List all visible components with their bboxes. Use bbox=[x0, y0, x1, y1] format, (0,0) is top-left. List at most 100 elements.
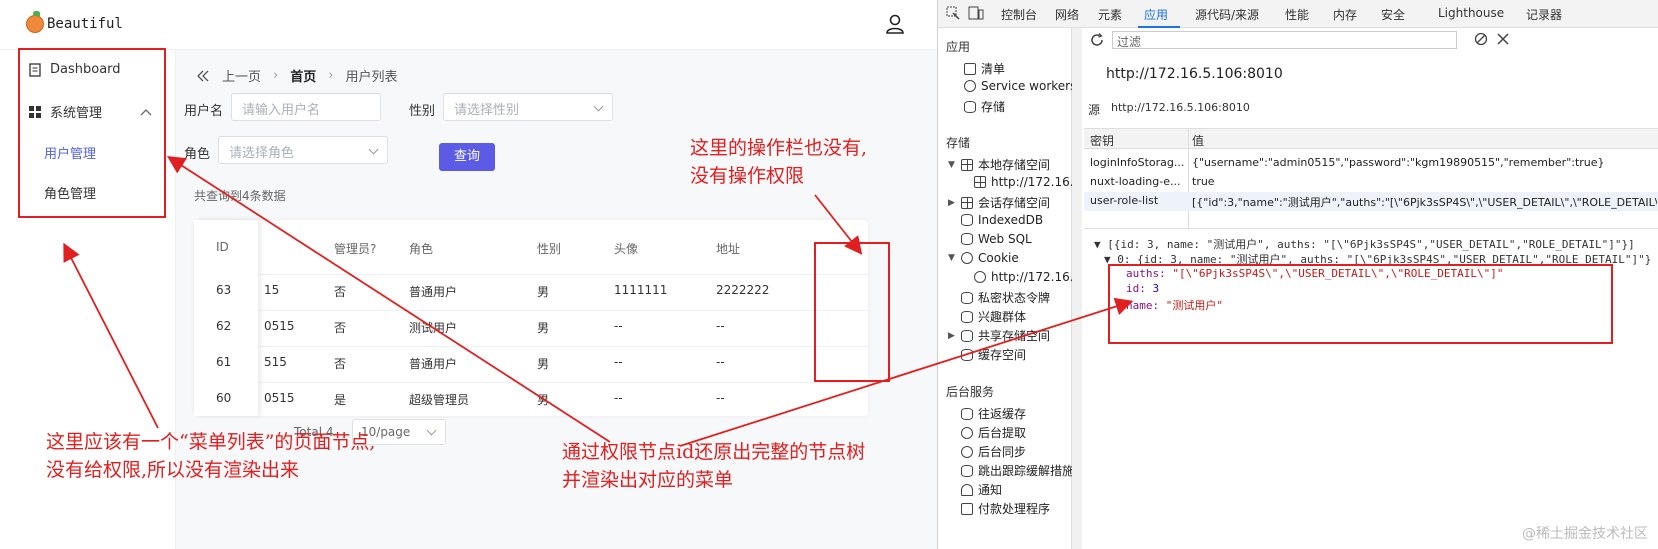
column-header-gender: 性别 bbox=[537, 242, 562, 256]
sidebar-bounce-tracking[interactable]: 跳出跟踪缓解措施 bbox=[961, 462, 1074, 479]
top-bar: Beautiful bbox=[0, 0, 937, 50]
column-header-role: 角色 bbox=[409, 242, 434, 256]
source-label: 源 bbox=[1088, 103, 1101, 117]
query-button[interactable]: 查询 bbox=[439, 143, 495, 171]
kv-key[interactable]: user-role-list bbox=[1090, 194, 1186, 207]
inspect-icon[interactable] bbox=[946, 6, 960, 20]
tab-sources[interactable]: 源代码/来源 bbox=[1195, 6, 1259, 23]
kv-key[interactable]: loginInfoStorag... bbox=[1090, 156, 1186, 169]
collapse-arrow-icon: ▶ bbox=[948, 197, 955, 208]
sidebar-storage[interactable]: 存储 bbox=[964, 98, 1005, 115]
double-chevron-left-icon[interactable] bbox=[196, 70, 210, 82]
cell-username: 15 bbox=[264, 283, 280, 297]
refresh-icon[interactable] bbox=[1090, 33, 1104, 47]
tab-application[interactable]: 应用 bbox=[1144, 6, 1168, 23]
database-icon bbox=[961, 407, 973, 420]
cookie-icon bbox=[974, 271, 986, 283]
tab-memory[interactable]: 内存 bbox=[1333, 6, 1357, 23]
database-icon bbox=[961, 464, 973, 477]
sidebar-cache-storage[interactable]: 缓存空间 bbox=[961, 346, 1026, 363]
sidebar-bfcache[interactable]: 往返缓存 bbox=[961, 405, 1026, 422]
tab-security[interactable]: 安全 bbox=[1381, 6, 1405, 23]
item-label: Cookie bbox=[978, 251, 1019, 265]
kv-value[interactable]: {"username":"admin0515","password":"kgm1… bbox=[1192, 156, 1657, 169]
cell-gender: 男 bbox=[537, 285, 550, 299]
kv-value[interactable]: [{"id":3,"name":"测试用户","auths":"[\"6Pjk3… bbox=[1192, 194, 1657, 210]
item-label: 共享存储空间 bbox=[978, 329, 1051, 343]
clear-all-icon[interactable] bbox=[1474, 32, 1488, 46]
brand-name: Beautiful bbox=[47, 16, 123, 32]
sync-icon bbox=[961, 445, 973, 458]
sidebar-service-workers[interactable]: Service workers bbox=[964, 79, 1076, 93]
username-input[interactable]: 请输入用户名 bbox=[231, 93, 381, 121]
cell-username: 0515 bbox=[264, 319, 295, 333]
tab-elements[interactable]: 元素 bbox=[1098, 6, 1122, 23]
cell-admin: 否 bbox=[334, 321, 347, 335]
sidebar-background-fetch[interactable]: 后台提取 bbox=[961, 424, 1026, 441]
sidebar-scrollbar[interactable] bbox=[1072, 28, 1082, 549]
cell-id: 61 bbox=[216, 355, 232, 369]
tab-console[interactable]: 控制台 bbox=[1001, 6, 1037, 23]
json-root[interactable]: ▼ [{id: 3, name: "测试用户", auths: "[\"6Pjk… bbox=[1094, 236, 1635, 252]
sync-icon bbox=[961, 426, 973, 439]
sidebar-payment-handler[interactable]: 付款处理程序 bbox=[961, 500, 1050, 517]
expand-arrow-icon: ▼ bbox=[948, 159, 955, 170]
sidebar-background-sync[interactable]: 后台同步 bbox=[961, 443, 1026, 460]
item-label: 清单 bbox=[981, 62, 1006, 76]
cell-gender: 男 bbox=[537, 321, 550, 335]
row-divider bbox=[194, 382, 868, 383]
item-label: Web SQL bbox=[978, 232, 1032, 246]
section-background-services: 后台服务 bbox=[946, 385, 995, 399]
device-toggle-icon[interactable] bbox=[968, 6, 984, 20]
kv-value[interactable]: true bbox=[1192, 175, 1657, 188]
sidebar-local-storage-origin[interactable]: http://172.16.5 bbox=[974, 175, 1081, 189]
tab-performance[interactable]: 性能 bbox=[1285, 6, 1309, 23]
source-url: http://172.16.5.106:8010 bbox=[1111, 101, 1250, 114]
brand-logo[interactable]: Beautiful bbox=[26, 11, 123, 33]
gear-icon bbox=[964, 80, 976, 92]
sidebar-cookie[interactable]: ▼ Cookie bbox=[948, 251, 1019, 265]
cell-role: 普通用户 bbox=[409, 285, 458, 299]
column-divider bbox=[1188, 129, 1189, 230]
cell-avatar: -- bbox=[614, 391, 623, 405]
annotation-box-json-tree bbox=[1108, 264, 1613, 344]
tab-network[interactable]: 网络 bbox=[1055, 6, 1079, 23]
sidebar-private-state-tokens[interactable]: 私密状态令牌 bbox=[961, 289, 1050, 306]
cell-username: 515 bbox=[264, 355, 287, 369]
sidebar-session-storage[interactable]: ▶ 会话存储空间 bbox=[948, 194, 1050, 211]
gender-select[interactable]: 请选择性别 bbox=[443, 93, 613, 121]
item-label: Service workers bbox=[981, 79, 1077, 93]
role-select[interactable]: 请选择角色 bbox=[218, 136, 388, 164]
kv-key[interactable]: nuxt-loading-e... bbox=[1090, 175, 1186, 188]
user-table: 管理员? 角色 性别 头像 地址 15 否 普通用户 男 1111111 222… bbox=[194, 220, 868, 416]
note-line: 没有操作权限 bbox=[690, 165, 805, 187]
column-header-value: 值 bbox=[1192, 134, 1205, 148]
sidebar-shared-storage[interactable]: ▶ 共享存储空间 bbox=[948, 327, 1050, 344]
card-icon bbox=[961, 502, 973, 515]
note-line: 通过权限节点id还原出完整的节点树 bbox=[562, 441, 866, 463]
item-label: 私密状态令牌 bbox=[978, 291, 1051, 305]
sidebar-local-storage[interactable]: ▼ 本地存储空间 bbox=[948, 156, 1050, 173]
cell-admin: 否 bbox=[334, 285, 347, 299]
sidebar-interest-groups[interactable]: 兴趣群体 bbox=[961, 308, 1026, 325]
sidebar-indexeddb[interactable]: IndexedDB bbox=[961, 213, 1043, 227]
item-label: 本地存储空间 bbox=[978, 158, 1051, 172]
sidebar-cookie-origin[interactable]: http://172.16.5 bbox=[974, 270, 1081, 284]
sidebar-notifications[interactable]: 通知 bbox=[961, 481, 1002, 498]
close-icon[interactable] bbox=[1497, 33, 1509, 45]
annotation-tree-note: 通过权限节点id还原出完整的节点树 并渲染出对应的菜单 bbox=[562, 438, 865, 494]
sidebar-websql[interactable]: Web SQL bbox=[961, 232, 1032, 246]
tab-recorder[interactable]: 记录器 bbox=[1526, 6, 1562, 23]
filter-input[interactable]: 过滤 bbox=[1112, 31, 1457, 49]
tab-lighthouse[interactable]: Lighthouse bbox=[1438, 6, 1504, 20]
user-avatar-icon[interactable] bbox=[884, 13, 906, 35]
breadcrumb: 上一页 › 首页 › 用户列表 bbox=[196, 66, 397, 85]
breadcrumb-back[interactable]: 上一页 bbox=[222, 66, 261, 85]
sidebar-manifest[interactable]: 清单 bbox=[964, 60, 1005, 77]
breadcrumb-home[interactable]: 首页 bbox=[290, 66, 316, 85]
gender-select-placeholder: 请选择性别 bbox=[454, 103, 520, 118]
cell-gender: 男 bbox=[537, 393, 550, 407]
devtools-tab-bar: 控制台 网络 元素 应用 源代码/来源 性能 内存 安全 Lighthouse … bbox=[938, 0, 1658, 28]
item-label: 会话存储空间 bbox=[978, 196, 1051, 210]
cell-admin: 是 bbox=[334, 393, 347, 407]
